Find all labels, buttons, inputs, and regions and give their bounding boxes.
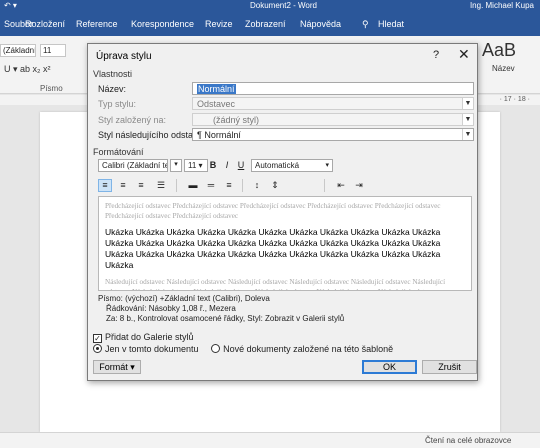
description-line: Řádkování: Násobky 1,08 ř., Mezera <box>106 304 236 313</box>
radio-selected-icon[interactable] <box>93 344 102 353</box>
color-select[interactable]: Automatická ▾ <box>251 159 333 172</box>
user-name[interactable]: Ing. Michael Kupa <box>470 1 534 10</box>
based-on-label: Styl založený na: <box>98 115 167 125</box>
chevron-down-icon: ▼ <box>462 129 473 140</box>
status-bar: Čtení na celé obrazovce <box>0 432 540 448</box>
title-bar: ↶ ▾ Dokument2 - Word Ing. Michael Kupa <box>0 0 540 12</box>
style-type-value: Odstavec <box>197 99 236 109</box>
description-line: Písmo: (výchozí) +Základní text (Calibri… <box>98 294 270 303</box>
ribbon-format-buttons[interactable]: U ▾ ab x₂ x² <box>4 64 51 75</box>
read-mode-button[interactable]: Čtení na celé obrazovce <box>425 436 511 445</box>
tab-rozlozeni[interactable]: Rozložení <box>25 19 65 29</box>
bold-button[interactable]: B <box>206 159 220 172</box>
new-documents-option[interactable]: Nové dokumenty založené na této šabloně <box>211 344 393 354</box>
radio-icon[interactable] <box>211 344 221 353</box>
section-properties: Vlastnosti <box>93 69 133 79</box>
ribbon-size-box[interactable]: 11 <box>40 44 66 57</box>
font-select[interactable]: Calibri (Základní te <box>98 159 168 172</box>
chevron-down-icon: ▼ <box>462 114 473 125</box>
align-left-button[interactable]: ≡ <box>98 179 112 192</box>
preview-sample-text: Ukázka Ukázka Ukázka Ukázka Ukázka Ukázk… <box>105 227 441 270</box>
align-right-button[interactable]: ≡ <box>134 179 148 192</box>
cancel-button[interactable]: Zrušit <box>422 360 477 374</box>
section-formatting: Formátování <box>93 147 144 157</box>
name-label: Název: <box>98 84 127 94</box>
single-spacing-button[interactable]: ▬ <box>186 179 200 192</box>
name-value: Normální <box>197 84 236 94</box>
only-this-document-label: Jen v tomto dokumentu <box>105 344 199 354</box>
chevron-down-icon: ▼ <box>462 98 473 109</box>
tab-korespondence[interactable]: Korespondence <box>131 19 194 29</box>
style-preview-box: Předcházející odstavec Předcházející ods… <box>98 196 472 291</box>
decrease-indent-icon[interactable]: ⇤ <box>334 179 348 192</box>
font-dropdown-icon[interactable]: ▾ <box>170 159 182 172</box>
name-field[interactable]: Normální <box>192 82 474 95</box>
only-this-document-option[interactable]: Jen v tomto dokumentu <box>93 344 199 354</box>
size-select[interactable]: 11 ▾ <box>184 159 208 172</box>
decrease-spacing-icon[interactable]: ⇕ <box>268 179 282 192</box>
quick-access-toolbar[interactable]: ↶ ▾ <box>4 1 17 10</box>
style-description: Písmo: (výchozí) +Základní text (Calibri… <box>98 294 472 324</box>
tab-revize[interactable]: Revize <box>205 19 233 29</box>
based-on-value: (žádný styl) <box>213 115 260 125</box>
dialog-title: Úprava stylu <box>96 51 152 62</box>
next-style-select[interactable]: ¶ Normální ▼ <box>192 128 474 141</box>
based-on-select[interactable]: (žádný styl) ▼ <box>192 113 474 126</box>
next-style-value: ¶ Normální <box>197 130 241 140</box>
search-icon[interactable]: ⚲ <box>362 19 369 30</box>
justify-button[interactable]: ☰ <box>154 179 168 192</box>
preview-next-paragraph: Následující odstavec Následující odstave… <box>105 278 446 290</box>
double-spacing-button[interactable]: ≡ <box>222 179 236 192</box>
description-line: Za: 8 b., Kontrolovat osamocené řádky, S… <box>106 314 345 323</box>
tab-zobrazeni[interactable]: Zobrazení <box>245 19 286 29</box>
style-type-select[interactable]: Odstavec ▼ <box>192 97 474 110</box>
chevron-down-icon: ▾ <box>325 162 329 169</box>
color-value: Automatická <box>255 161 300 170</box>
style-preview[interactable]: AaB <box>482 40 516 61</box>
style-type-label: Typ stylu: <box>98 99 137 109</box>
onehalf-spacing-button[interactable]: ═ <box>204 179 218 192</box>
modify-style-dialog: Úprava stylu ? ✕ Vlastnosti Název: Normá… <box>87 43 478 381</box>
ribbon-tabs: Soubor Rozložení Reference Korespondence… <box>0 12 540 36</box>
close-icon[interactable]: ✕ <box>458 46 470 63</box>
style-name-label[interactable]: Název <box>492 64 515 73</box>
underline-button[interactable]: U <box>234 159 248 172</box>
increase-indent-icon[interactable]: ⇥ <box>352 179 366 192</box>
scope-options: Jen v tomto dokumentu Nové dokumenty zal… <box>93 344 393 354</box>
tab-napoveda[interactable]: Nápověda <box>300 19 341 29</box>
format-button[interactable]: Formát ▾ <box>93 360 141 374</box>
toolbar-separator <box>324 179 325 192</box>
help-icon[interactable]: ? <box>433 49 439 61</box>
ruler-mark: · 17 · 18 · <box>499 96 530 103</box>
toolbar-separator <box>242 179 243 192</box>
ribbon-group-label: Písmo <box>40 84 63 93</box>
preview-previous-paragraph: Předcházející odstavec Předcházející ods… <box>105 202 441 220</box>
tab-reference[interactable]: Reference <box>76 19 118 29</box>
add-to-gallery-option[interactable]: ✓ Přidat do Galerie stylů <box>93 332 194 343</box>
checkbox-checked-icon[interactable]: ✓ <box>93 334 102 343</box>
tab-hledat[interactable]: Hledat <box>378 19 404 29</box>
ok-button[interactable]: OK <box>362 360 417 374</box>
toolbar-separator <box>176 179 177 192</box>
increase-spacing-icon[interactable]: ↕ <box>250 179 264 192</box>
font-value: Calibri (Základní te <box>102 161 168 170</box>
ribbon-font-box[interactable]: (Základní <box>0 44 36 57</box>
add-to-gallery-label: Přidat do Galerie stylů <box>105 332 194 342</box>
new-documents-label: Nové dokumenty založené na této šabloně <box>223 344 394 354</box>
window-title: Dokument2 - Word <box>250 1 317 10</box>
align-center-button[interactable]: ≡ <box>116 179 130 192</box>
italic-button[interactable]: I <box>220 159 234 172</box>
size-value: 11 <box>188 161 197 170</box>
